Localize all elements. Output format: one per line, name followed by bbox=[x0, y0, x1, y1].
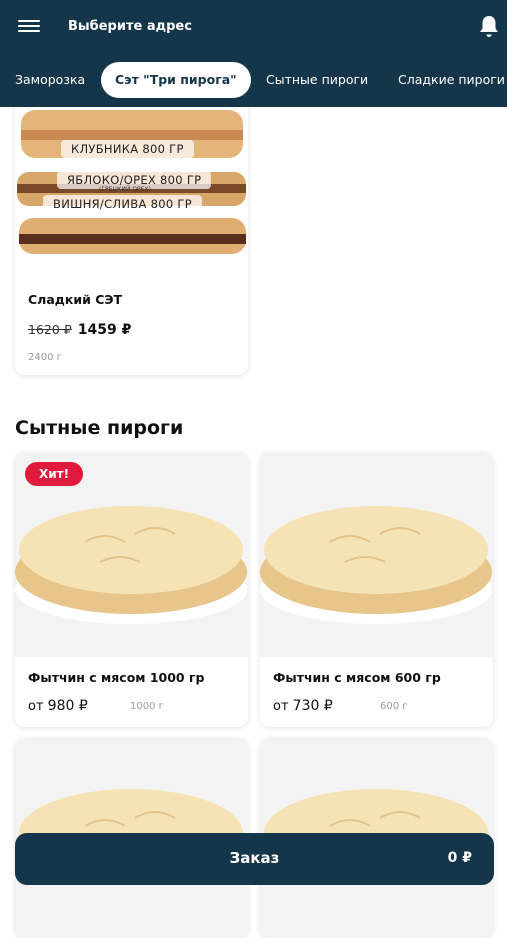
image-label-strawberry: КЛУБНИКА 800 ГР bbox=[61, 140, 194, 158]
product-card-fytchin-600[interactable]: Фытчин с мясом 600 гр от 730 ₽ 600 г bbox=[260, 452, 493, 727]
product-image bbox=[260, 452, 493, 657]
menu-icon[interactable] bbox=[18, 17, 40, 37]
product-title: Фытчин с мясом 600 гр bbox=[273, 670, 441, 685]
price-row: от 980 ₽ bbox=[28, 698, 88, 714]
address-selector[interactable]: Выберите адрес bbox=[68, 19, 192, 34]
price-row: от 730 ₽ bbox=[273, 698, 333, 714]
price-prefix: от bbox=[28, 699, 44, 714]
category-tabs: Заморозка Сэт "Три пирога" Сытные пироги… bbox=[0, 62, 507, 98]
tab-three-pies-set[interactable]: Сэт "Три пирога" bbox=[101, 62, 251, 98]
product-weight: 1000 г bbox=[130, 701, 164, 712]
tab-frozen[interactable]: Заморозка bbox=[15, 62, 85, 98]
price-row: 1620 ₽ 1459 ₽ bbox=[28, 322, 131, 338]
image-label-cherry-plum: ВИШНЯ/СЛИВА 800 ГР bbox=[43, 195, 202, 213]
product-card-fytchin-1000[interactable]: Фытчин с мясом 1000 гр от 980 ₽ 1000 г bbox=[15, 452, 248, 727]
price-prefix: от bbox=[273, 699, 289, 714]
old-price: 1620 ₽ bbox=[28, 322, 72, 337]
bell-icon[interactable] bbox=[477, 14, 501, 40]
tab-sweet-pies[interactable]: Сладкие пироги bbox=[398, 62, 505, 98]
product-weight: 2400 г bbox=[28, 352, 62, 363]
price: 730 ₽ bbox=[292, 698, 333, 714]
image-label-walnut: (ГРЕЦКИЙ ОРЕХ) bbox=[99, 186, 151, 193]
section-title: Сытные пироги bbox=[15, 417, 184, 439]
hit-badge: Хит! bbox=[25, 462, 84, 486]
product-card-sweet-set[interactable]: КЛУБНИКА 800 ГР ЯБЛОКО/ОРЕХ 800 ГР (ГРЕЦ… bbox=[15, 80, 248, 375]
order-label: Заказ bbox=[229, 849, 280, 867]
product-title: Сладкий СЭТ bbox=[28, 292, 123, 307]
product-weight: 600 г bbox=[380, 701, 408, 712]
product-title: Фытчин с мясом 1000 гр bbox=[28, 670, 205, 685]
top-bar: Выберите адрес Заморозка Сэт "Три пирога… bbox=[0, 0, 507, 107]
price: 980 ₽ bbox=[47, 698, 88, 714]
tab-hearty-pies[interactable]: Сытные пироги bbox=[266, 62, 368, 98]
order-button[interactable]: Заказ 0 ₽ bbox=[15, 833, 494, 885]
price: 1459 ₽ bbox=[77, 322, 132, 338]
order-total: 0 ₽ bbox=[447, 850, 472, 866]
